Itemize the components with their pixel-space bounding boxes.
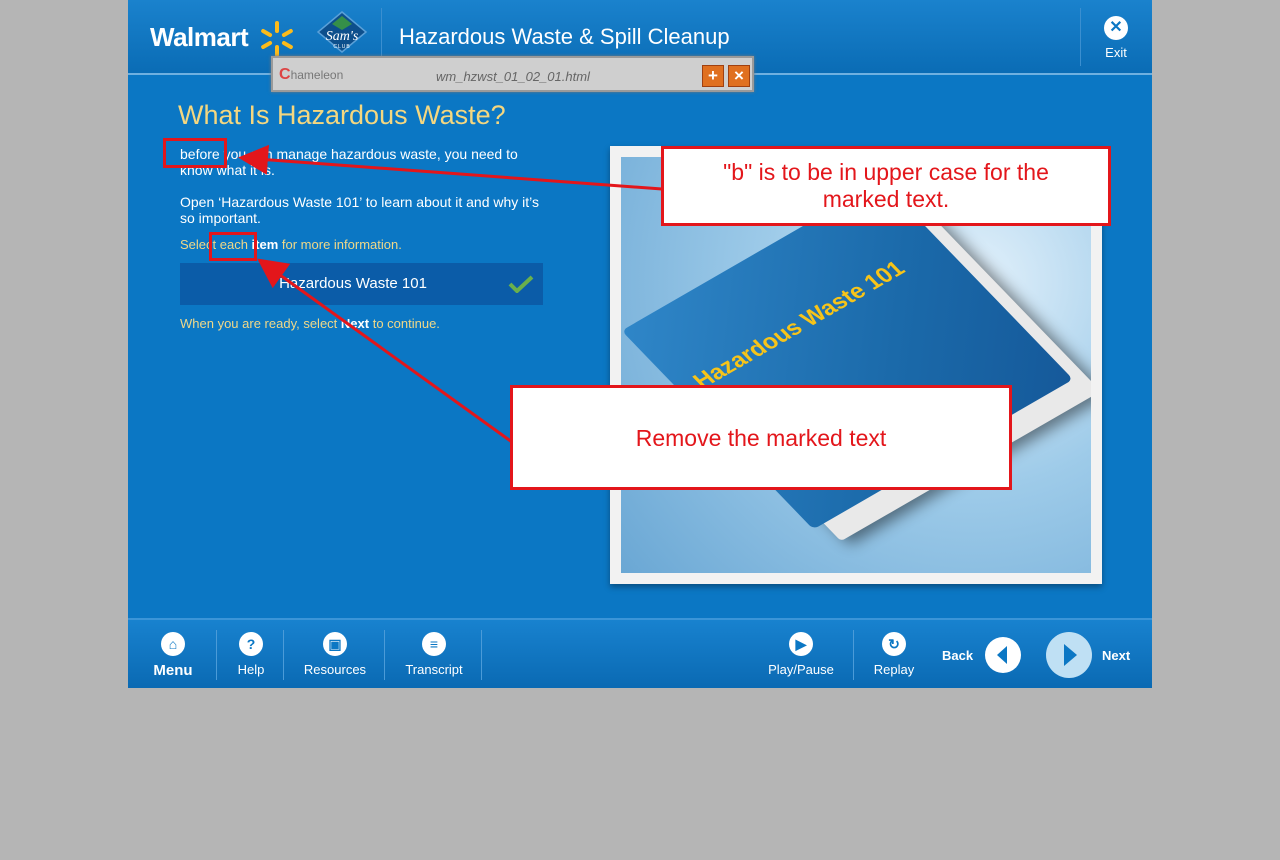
callout-uppercase: "b" is to be in upper case for the marke… [661, 146, 1111, 226]
arrow-to-before [238, 144, 663, 191]
callout-remove: Remove the marked text [510, 385, 1012, 490]
arrow-to-item [257, 258, 513, 444]
